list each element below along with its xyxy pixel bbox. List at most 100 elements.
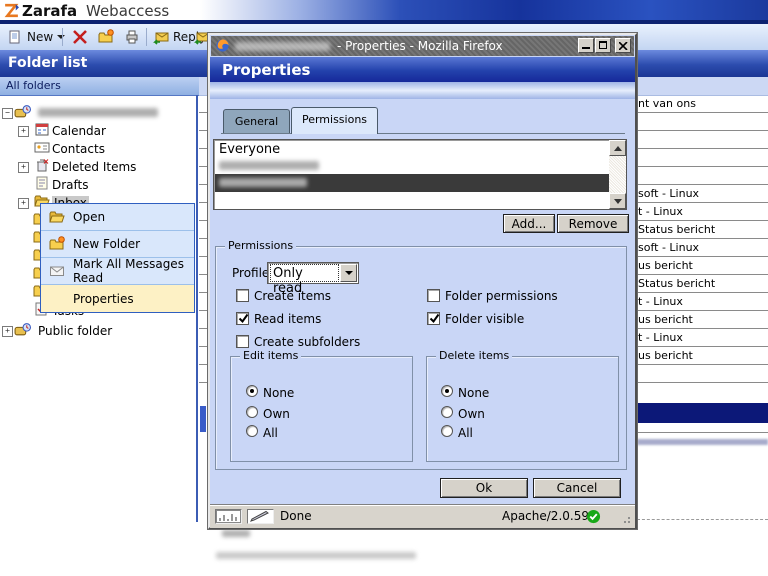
menu-item-open[interactable]: Open	[41, 204, 194, 231]
contacts-icon	[34, 139, 50, 155]
listbox-scrollbar[interactable]	[609, 140, 626, 209]
new-folder-icon	[49, 236, 65, 252]
menu-item-label: New Folder	[73, 237, 140, 251]
copy-icon[interactable]	[98, 29, 114, 45]
remove-button[interactable]: Remove	[557, 214, 629, 233]
checkbox-read-items[interactable]	[236, 312, 249, 325]
sidebar-item-contacts[interactable]: Contacts	[52, 142, 105, 156]
sidebar-item-calendar[interactable]: Calendar	[52, 124, 106, 138]
sidebar-right-border	[196, 95, 198, 522]
acl-listbox: Everyone	[213, 139, 627, 210]
scroll-up-icon	[614, 146, 622, 151]
delete-items-legend: Delete items	[436, 349, 512, 362]
checkbox-folder-visible[interactable]	[427, 312, 440, 325]
calendar-icon	[34, 121, 50, 137]
mailbox-root-icon	[14, 103, 31, 120]
redacted-title-prefix	[235, 42, 330, 51]
radio-delete-none[interactable]	[441, 385, 453, 397]
radio-dot	[445, 389, 449, 393]
acl-item-redacted[interactable]	[215, 158, 609, 175]
radio-delete-all[interactable]	[441, 425, 453, 437]
check-icon	[237, 312, 250, 325]
menu-item-label: Mark All Messages Read	[73, 257, 194, 285]
new-item-icon	[7, 29, 23, 45]
tree-expander-deleted[interactable]: +	[18, 162, 29, 173]
scroll-up-button[interactable]	[609, 140, 626, 156]
toolbar-separator-2	[146, 28, 147, 46]
dialog-title: - Properties - Mozilla Firefox	[337, 39, 503, 53]
acl-item-everyone[interactable]: Everyone	[215, 141, 609, 158]
public-folder-icon	[14, 321, 31, 338]
checkbox-label: Create subfolders	[254, 335, 360, 349]
print-icon[interactable]	[124, 29, 140, 45]
new-button-label: New	[27, 30, 53, 44]
reply-icon	[153, 29, 169, 45]
server-text: Apache/2.0.59	[502, 509, 589, 523]
radio-edit-none[interactable]	[246, 385, 258, 397]
sidebar-item-drafts[interactable]: Drafts	[52, 178, 89, 192]
acl-item-redacted-selected[interactable]	[215, 174, 609, 192]
scroll-down-button[interactable]	[609, 193, 626, 209]
status-text: Done	[280, 509, 312, 523]
add-button[interactable]: Add...	[503, 214, 555, 233]
tree-expander-public[interactable]: +	[2, 326, 13, 337]
drafts-icon	[34, 175, 50, 191]
menu-item-properties[interactable]: Properties	[41, 285, 194, 312]
radio-edit-all[interactable]	[246, 425, 258, 437]
radio-label: All	[458, 426, 473, 440]
maillist-scrollbar-thumb[interactable]	[200, 406, 206, 432]
redacted-user-name	[219, 178, 307, 187]
pen-icon	[247, 509, 274, 524]
ok-button[interactable]: Ok	[440, 478, 528, 498]
radio-label: Own	[263, 407, 290, 421]
checkbox-label: Create items	[254, 289, 331, 303]
tab-general[interactable]: General	[223, 109, 290, 134]
checkbox-label: Folder visible	[445, 312, 524, 326]
delete-icon[interactable]	[72, 29, 88, 45]
mail-row-divider	[637, 432, 768, 433]
minimize-button[interactable]	[578, 38, 594, 53]
checkbox-folder-permissions[interactable]	[427, 289, 440, 302]
dialog-header-title: Properties	[222, 61, 310, 79]
maximize-button[interactable]	[595, 38, 611, 53]
tab-baseline	[221, 133, 625, 134]
dialog-statusbar: Done Apache/2.0.59	[210, 505, 635, 528]
tree-expander-inbox[interactable]: +	[18, 198, 29, 209]
menu-item-mark-all-read[interactable]: Mark All Messages Read	[41, 258, 194, 285]
menu-item-new-folder[interactable]: New Folder	[41, 231, 194, 258]
close-button[interactable]	[615, 38, 631, 53]
redacted-root-name[interactable]	[38, 108, 158, 117]
secure-check-icon	[586, 509, 601, 524]
profile-dropdown-value: Only read	[271, 265, 338, 281]
radio-delete-own[interactable]	[441, 406, 453, 418]
tab-permissions[interactable]: Permissions	[291, 107, 378, 134]
screen: Zarafa Webaccess New Reply Folder list A…	[0, 0, 768, 576]
sidebar-item-public-folder[interactable]: Public folder	[38, 324, 112, 338]
brand-suffix: Webaccess	[86, 2, 169, 20]
new-button[interactable]: New	[4, 27, 68, 47]
zarafa-logo-icon	[3, 2, 20, 19]
redacted-text	[216, 552, 416, 559]
deleted-items-icon	[34, 157, 50, 173]
tree-expander-root[interactable]: −	[2, 108, 13, 119]
resize-grip[interactable]	[623, 514, 633, 524]
redacted-mail-row	[637, 439, 768, 445]
maillist-bottom-line	[637, 519, 768, 520]
checkbox-create-items[interactable]	[236, 289, 249, 302]
checkbox-label: Folder permissions	[445, 289, 558, 303]
scroll-down-icon	[614, 199, 622, 204]
tree-expander-calendar[interactable]: +	[18, 126, 29, 137]
chevron-down-icon	[345, 271, 353, 275]
checkbox-create-subfolders[interactable]	[236, 335, 249, 348]
dialog-titlebar[interactable]: - Properties - Mozilla Firefox	[211, 36, 634, 56]
profile-dropdown[interactable]: Only read	[267, 262, 359, 284]
menu-item-label: Open	[73, 210, 105, 224]
properties-dialog: - Properties - Mozilla Firefox Propertie…	[208, 33, 637, 529]
radio-edit-own[interactable]	[246, 406, 258, 418]
cancel-button[interactable]: Cancel	[533, 478, 621, 498]
dialog-header-strip	[210, 82, 635, 99]
check-icon	[428, 312, 441, 325]
profile-dropdown-button[interactable]	[340, 264, 357, 282]
radio-label: None	[458, 386, 489, 400]
sidebar-item-deleted-items[interactable]: Deleted Items	[52, 160, 136, 174]
